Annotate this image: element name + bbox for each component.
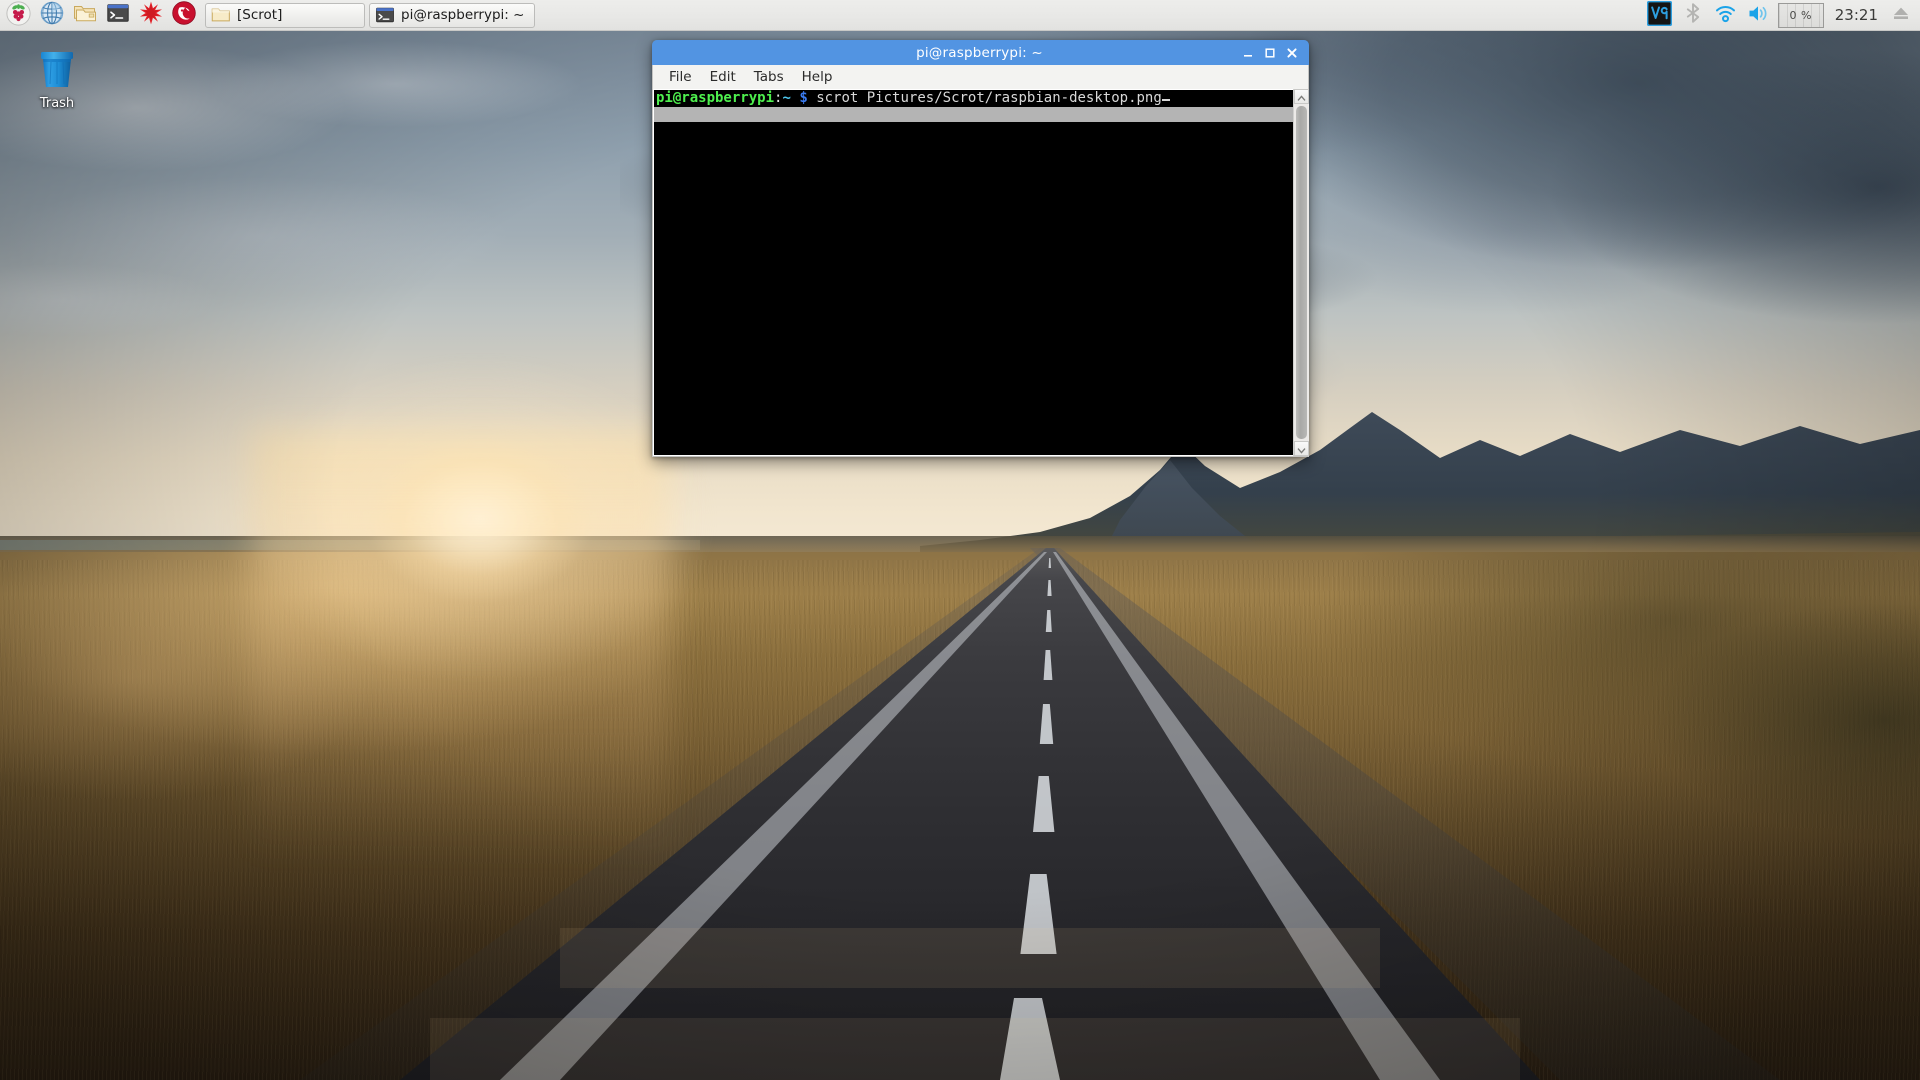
terminal-screen[interactable]: pi@raspberrypi:~ $ scrot Pictures/Scrot/… (654, 90, 1293, 455)
eject-icon (1891, 3, 1911, 27)
terminal-window[interactable]: pi@raspberrypi: ~ File Edit Tabs Help pi… (652, 40, 1309, 457)
terminal-menubar: File Edit Tabs Help (652, 65, 1309, 89)
desktop-icon-label: Trash (39, 96, 75, 111)
mathematica-star-icon (139, 1, 163, 29)
globe-icon (40, 1, 64, 29)
minimize-button[interactable] (1237, 42, 1259, 64)
terminal-command: scrot Pictures/Scrot/raspbian-desktop.pn… (816, 90, 1162, 106)
vnc-icon (1646, 0, 1673, 30)
scrollbar-down-button[interactable] (1293, 439, 1309, 458)
taskbar-launchers (0, 0, 199, 30)
launcher-chromium[interactable] (36, 1, 67, 30)
taskbar-button-label: [Scrot] (237, 7, 283, 23)
launcher-mathematica[interactable] (135, 1, 166, 30)
menu-item-edit[interactable]: Edit (702, 67, 744, 87)
taskbar-window-list: [Scrot] pi@raspberrypi: ~ (205, 2, 536, 28)
trash-icon (33, 44, 81, 92)
raspberry-icon (6, 0, 31, 30)
terminal-cursor (1161, 99, 1170, 101)
terminal-prompt-line: pi@raspberrypi:~ $ scrot Pictures/Scrot/… (654, 90, 1293, 107)
menu-item-tabs[interactable]: Tabs (746, 67, 792, 87)
launcher-terminal[interactable] (102, 1, 133, 30)
desktop-icon-trash[interactable]: Trash (12, 44, 102, 111)
prompt-dollar: $ (799, 90, 808, 106)
launcher-file-manager[interactable] (69, 1, 100, 30)
menu-button[interactable] (3, 0, 34, 30)
terminal-body: pi@raspberrypi:~ $ scrot Pictures/Scrot/… (652, 89, 1309, 457)
prompt-path: ~ (782, 90, 791, 106)
close-icon (1286, 47, 1298, 59)
wallpaper-sun-shaft (250, 430, 670, 860)
maximize-icon (1264, 47, 1276, 59)
close-button[interactable] (1281, 42, 1303, 64)
desktop-icon-area: Trash (0, 36, 200, 111)
taskbar-button-scrot[interactable]: [Scrot] (205, 2, 365, 28)
folder-icon (211, 5, 231, 25)
menu-item-file[interactable]: File (661, 67, 700, 87)
volume-icon (1747, 2, 1770, 29)
taskbar-button-terminal[interactable]: pi@raspberrypi: ~ (369, 2, 536, 28)
prompt-user-host: pi@raspberrypi (656, 90, 775, 106)
scrollbar-track[interactable] (1293, 104, 1309, 441)
chevron-down-icon (1297, 439, 1306, 458)
launcher-wolfram[interactable] (168, 1, 199, 30)
wifi-icon (1714, 2, 1737, 29)
desktop-screen: Trash pi@raspberrypi: ~ File Edit Tabs H… (0, 0, 1920, 1080)
system-tray: 0 % 23:21 (1642, 0, 1920, 30)
window-title: pi@raspberrypi: ~ (916, 44, 1043, 61)
folder-icon (73, 1, 97, 29)
terminal-icon (106, 1, 130, 29)
taskbar: [Scrot] pi@raspberrypi: ~ 0 % 23:21 (0, 0, 1920, 31)
tray-eject[interactable] (1886, 1, 1916, 30)
menu-item-help[interactable]: Help (794, 67, 841, 87)
window-titlebar[interactable]: pi@raspberrypi: ~ (652, 40, 1309, 65)
scrollbar-up-button[interactable] (1293, 89, 1309, 104)
tray-wifi[interactable] (1709, 1, 1742, 30)
terminal-scrollbar[interactable] (1293, 89, 1309, 458)
taskbar-button-label: pi@raspberrypi: ~ (401, 7, 525, 23)
cpu-usage-monitor[interactable]: 0 % (1777, 2, 1824, 28)
window-controls (1237, 42, 1309, 64)
minimize-icon (1242, 47, 1254, 59)
clock[interactable]: 23:21 (1827, 6, 1886, 24)
tray-vnc[interactable] (1642, 0, 1677, 30)
wolfram-icon (171, 1, 196, 29)
terminal-selected-row (654, 107, 1293, 122)
terminal-icon (375, 5, 395, 25)
scrollbar-thumb[interactable] (1295, 106, 1307, 439)
maximize-button[interactable] (1259, 42, 1281, 64)
tray-bluetooth[interactable] (1677, 1, 1709, 30)
tray-volume[interactable] (1742, 1, 1775, 30)
cpu-usage-label: 0 % (1789, 8, 1812, 22)
bluetooth-icon (1682, 2, 1704, 28)
